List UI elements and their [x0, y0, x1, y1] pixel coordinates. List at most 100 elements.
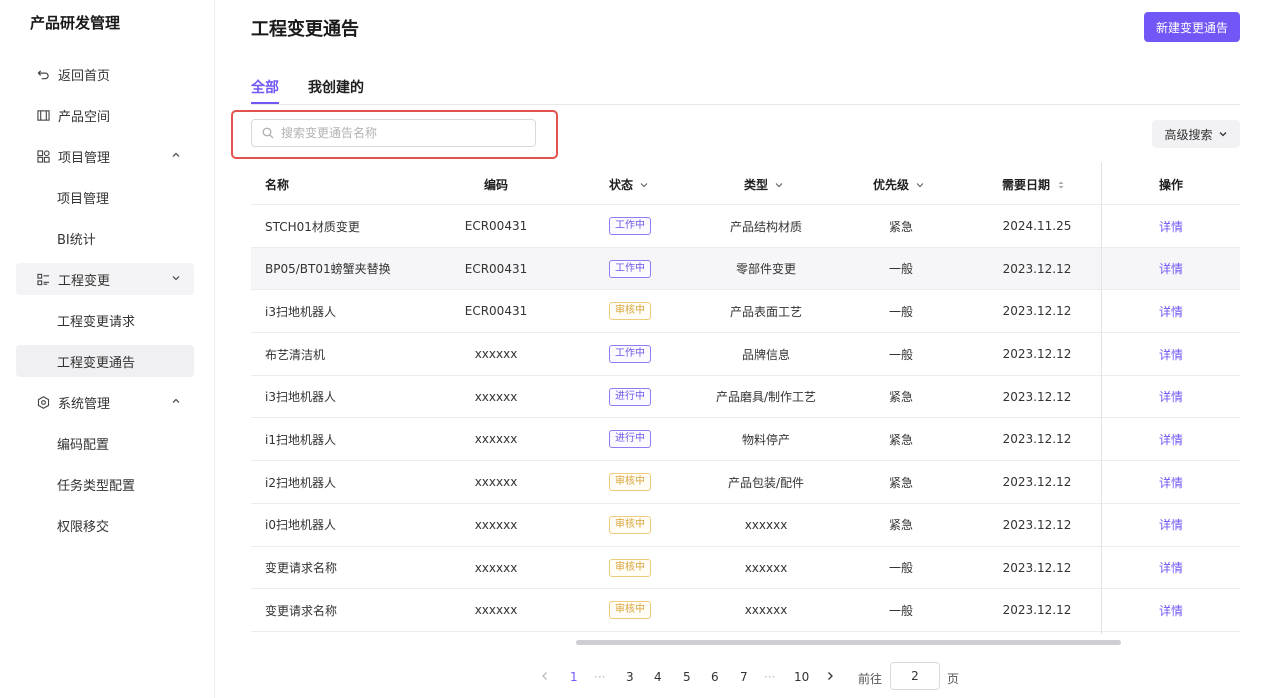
search-icon: [262, 127, 274, 139]
page-button[interactable]: 5: [683, 670, 691, 684]
chevron-down-icon: [775, 182, 783, 187]
sidebar-item-label: 项目管理: [58, 150, 111, 166]
cell-code: xxxxxx: [431, 333, 561, 375]
advanced-search-button[interactable]: 高级搜索: [1152, 120, 1240, 148]
grid-icon: [36, 149, 50, 163]
detail-link[interactable]: 详情: [1159, 388, 1183, 405]
page-button[interactable]: 10: [794, 670, 809, 684]
col-header-type[interactable]: 类型: [744, 176, 784, 193]
table-row[interactable]: i0扫地机器人 xxxxxx 审核中 xxxxxx 紧急 2023.12.12 详情: [251, 504, 1240, 547]
cell-priority: 紧急: [851, 418, 951, 460]
sidebar-item-code-config[interactable]: 编码配置: [16, 427, 194, 459]
detail-link[interactable]: 详情: [1159, 260, 1183, 277]
table-row[interactable]: i3扫地机器人 xxxxxx 进行中 产品磨具/制作工艺 紧急 2023.12.12 详情: [251, 376, 1240, 419]
page-button[interactable]: 1: [570, 670, 578, 684]
cell-code-text: xxxxxx: [474, 389, 518, 404]
cell-op: 详情: [1121, 504, 1221, 546]
horizontal-scrollbar[interactable]: [576, 640, 1121, 645]
detail-link[interactable]: 详情: [1159, 559, 1183, 576]
cell-type-text: 产品磨具/制作工艺: [715, 390, 817, 405]
status-badge: 进行中: [609, 387, 651, 406]
page-button[interactable]: 6: [711, 670, 719, 684]
cell-date-text: 2023.12.12: [1002, 304, 1072, 319]
status-badge: 审核中: [609, 558, 651, 577]
col-header-status[interactable]: 状态: [609, 176, 649, 193]
search-input[interactable]: [281, 126, 521, 140]
cell-type-text: 品牌信息: [741, 347, 790, 362]
table-row[interactable]: BP05/BT01螃蟹夹替换 ECR00431 工作中 零部件变更 一般 2023.12.…: [251, 247, 1240, 291]
tab-created-by-me[interactable]: 我创建的: [308, 77, 364, 97]
cell-type: xxxxxx: [681, 547, 851, 589]
detail-link[interactable]: 详情: [1159, 474, 1183, 491]
detail-link[interactable]: 详情: [1159, 303, 1183, 320]
sidebar-item-project-management[interactable]: 项目管理: [16, 140, 194, 172]
page-ellipsis[interactable]: ···: [594, 670, 605, 684]
cell-type: 零部件变更: [681, 248, 851, 290]
status-badge: 工作中: [609, 345, 651, 364]
sidebar-item-task-type-config[interactable]: 任务类型配置: [16, 468, 194, 500]
detail-link[interactable]: 详情: [1159, 516, 1183, 533]
table-row[interactable]: i3扫地机器人 ECR00431 审核中 产品表面工艺 一般 2023.12.12 详情: [251, 290, 1240, 334]
cell-date-text: 2023.12.12: [1002, 347, 1072, 362]
sidebar-item-product-space[interactable]: 产品空间: [16, 99, 194, 131]
col-header-priority[interactable]: 优先级: [873, 176, 925, 193]
table-header: 名称 编码 状态 类型 优先级 需要日期 操作: [251, 162, 1240, 205]
cell-type-text: xxxxxx: [744, 603, 788, 618]
prev-page-button[interactable]: [540, 670, 550, 684]
page-button[interactable]: 4: [654, 670, 662, 684]
page-button[interactable]: 3: [626, 670, 634, 684]
sidebar-item-change-notice[interactable]: 工程变更通告: [16, 345, 194, 377]
cell-priority-text: 一般: [888, 304, 913, 319]
cell-date: 2023.12.12: [971, 333, 1103, 375]
status-badge: 工作中: [609, 259, 651, 278]
sidebar-item-bi-stats[interactable]: BI统计: [16, 222, 194, 254]
cell-code: xxxxxx: [431, 547, 561, 589]
cell-status: 工作中: [591, 333, 669, 375]
cell-priority-text: 紧急: [888, 219, 913, 234]
search-box[interactable]: [251, 119, 536, 147]
cell-priority: 一般: [851, 589, 951, 631]
table-body: STCH01材质变更 ECR00431 工作中 产品结构材质 紧急 2024.11.25 详…: [251, 205, 1240, 632]
sidebar-item-engineering-change[interactable]: 工程变更: [16, 263, 194, 295]
cell-priority-text: 紧急: [888, 390, 913, 405]
tab-all[interactable]: 全部: [251, 77, 279, 97]
cell-priority: 一般: [851, 547, 951, 589]
cell-date-text: 2023.12.12: [1002, 560, 1072, 575]
cell-code-text: ECR00431: [464, 261, 528, 276]
page-ellipsis[interactable]: ···: [764, 670, 775, 684]
detail-link[interactable]: 详情: [1159, 602, 1183, 619]
table-row[interactable]: i1扫地机器人 xxxxxx 进行中 物料停产 紧急 2023.12.12 详情: [251, 418, 1240, 462]
sidebar-item-label: 项目管理: [57, 191, 110, 207]
table-row[interactable]: 布艺清洁机 xxxxxx 工作中 品牌信息 一般 2023.12.12 详情: [251, 333, 1240, 376]
app-root: 产品研发管理 返回首页 产品空间 项目管理 项目管理 BI统计 工程变更 工程变…: [0, 0, 1280, 698]
cell-name: i1扫地机器人: [265, 418, 336, 460]
cell-code: xxxxxx: [431, 461, 561, 503]
sidebar-item-change-request[interactable]: 工程变更请求: [16, 304, 194, 336]
table-row[interactable]: 变更请求名称 xxxxxx 审核中 xxxxxx 一般 2023.12.12 详情: [251, 589, 1240, 632]
cell-op: 详情: [1121, 461, 1221, 503]
detail-link[interactable]: 详情: [1159, 346, 1183, 363]
page-button[interactable]: 7: [740, 670, 748, 684]
new-change-notice-button[interactable]: 新建变更通告: [1144, 12, 1240, 42]
sidebar-item-system-management[interactable]: 系统管理: [16, 386, 194, 418]
sort-icon: [1058, 181, 1064, 188]
status-badge: 审核中: [609, 515, 651, 534]
cell-name-text: 变更请求名称: [265, 603, 338, 618]
detail-link[interactable]: 详情: [1159, 431, 1183, 448]
detail-link[interactable]: 详情: [1159, 218, 1183, 235]
next-page-button[interactable]: [825, 670, 835, 684]
gear-icon: [36, 395, 50, 409]
goto-page-input[interactable]: [890, 662, 940, 690]
chevron-down-icon: [1219, 132, 1226, 137]
col-header-date[interactable]: 需要日期: [1002, 176, 1066, 193]
sidebar-item-label: 任务类型配置: [57, 478, 136, 494]
cell-code-text: ECR00431: [464, 304, 528, 319]
cell-priority-text: 一般: [888, 603, 913, 618]
table-row[interactable]: 变更请求名称 xxxxxx 审核中 xxxxxx 一般 2023.12.12 详情: [251, 547, 1240, 590]
sidebar-item-home[interactable]: 返回首页: [16, 58, 194, 90]
table-row[interactable]: i2扫地机器人 xxxxxx 审核中 产品包装/配件 紧急 2023.12.12 详情: [251, 461, 1240, 504]
cell-priority: 一般: [851, 290, 951, 332]
table-row[interactable]: STCH01材质变更 ECR00431 工作中 产品结构材质 紧急 2024.11.25 详…: [251, 205, 1240, 248]
sidebar-item-permission-transfer[interactable]: 权限移交: [16, 509, 194, 541]
sidebar-item-project-management-sub[interactable]: 项目管理: [16, 181, 194, 213]
